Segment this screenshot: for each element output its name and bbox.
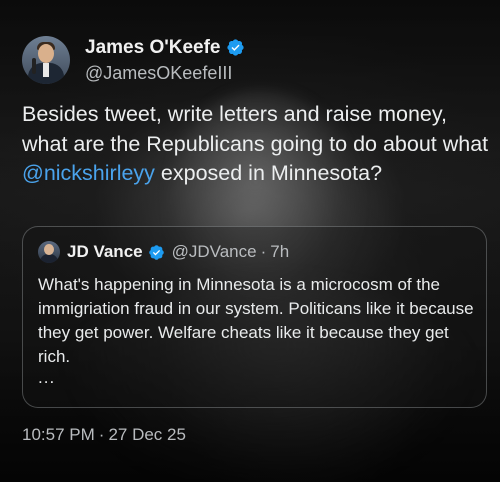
quoted-handle: @JDVance [171, 242, 257, 261]
avatar[interactable] [22, 36, 70, 84]
quoted-tweet[interactable]: JD Vance @JDVance · 7h What's happening … [22, 226, 487, 408]
timestamp[interactable]: 10:57 PM · 27 Dec 25 [22, 425, 186, 445]
mention-link[interactable]: @nickshirleyy [22, 161, 155, 185]
timestamp-date: 27 Dec 25 [108, 425, 186, 444]
tweet-text: Besides tweet, write letters and raise m… [22, 100, 492, 189]
handle[interactable]: @JamesOKeefeIII [85, 63, 245, 84]
quoted-more: ... [38, 368, 56, 387]
author-row: James O'Keefe @JamesOKeefeIII [22, 36, 245, 84]
verified-badge-icon [148, 244, 164, 260]
quoted-text: What's happening in Minnesota is a micro… [38, 275, 474, 366]
tweet-card: James O'Keefe @JamesOKeefeIII Besides tw… [0, 0, 500, 482]
timestamp-separator: · [98, 425, 105, 444]
tweet-text-part: exposed in Minnesota? [154, 161, 383, 185]
quoted-avatar [38, 241, 60, 263]
timestamp-time: 10:57 PM [22, 425, 95, 444]
quoted-author-row: JD Vance @JDVance · 7h [38, 241, 289, 263]
display-name[interactable]: James O'Keefe [85, 37, 221, 59]
quoted-display-name: JD Vance [67, 242, 143, 261]
quoted-separator: · [260, 242, 267, 261]
tweet-text-part: Besides tweet, write letters and raise m… [22, 102, 489, 156]
verified-badge-icon [226, 39, 244, 56]
quoted-time: 7h [270, 242, 290, 261]
author-names: James O'Keefe @JamesOKeefeIII [85, 37, 245, 84]
